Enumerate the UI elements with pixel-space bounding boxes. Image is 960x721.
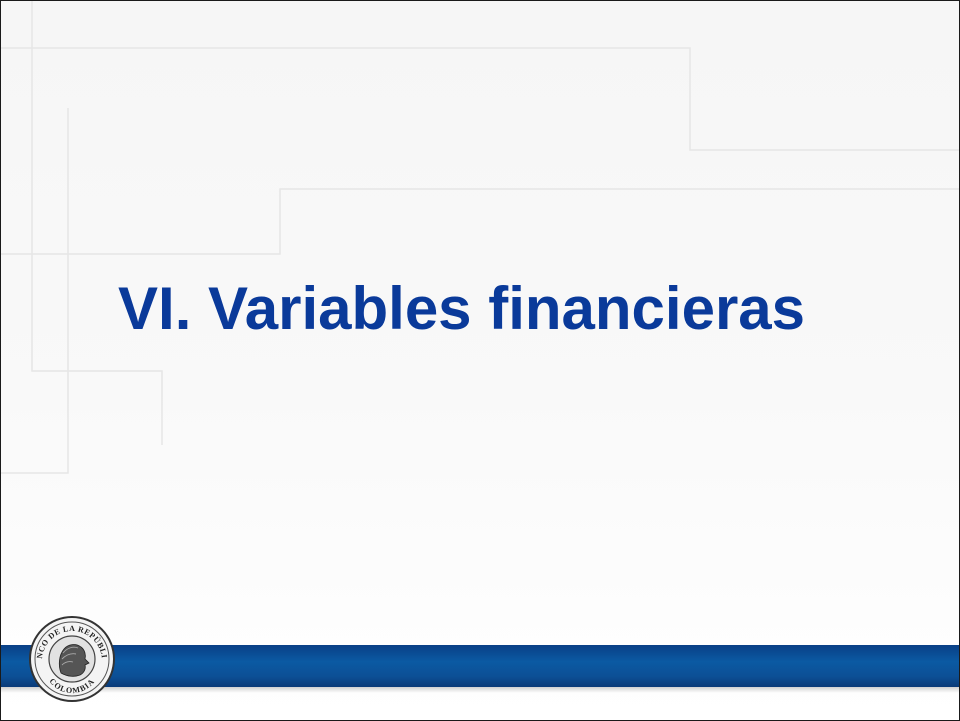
footer-band (1, 645, 959, 687)
slide: VI. Variables financieras BANCO DE LA RE… (0, 0, 960, 721)
banco-de-la-republica-seal-logo: BANCO DE LA REPÚBLICA COLOMBIA (28, 615, 115, 702)
slide-title: VI. Variables financieras (118, 275, 806, 342)
footer-band-shadow (1, 687, 959, 693)
